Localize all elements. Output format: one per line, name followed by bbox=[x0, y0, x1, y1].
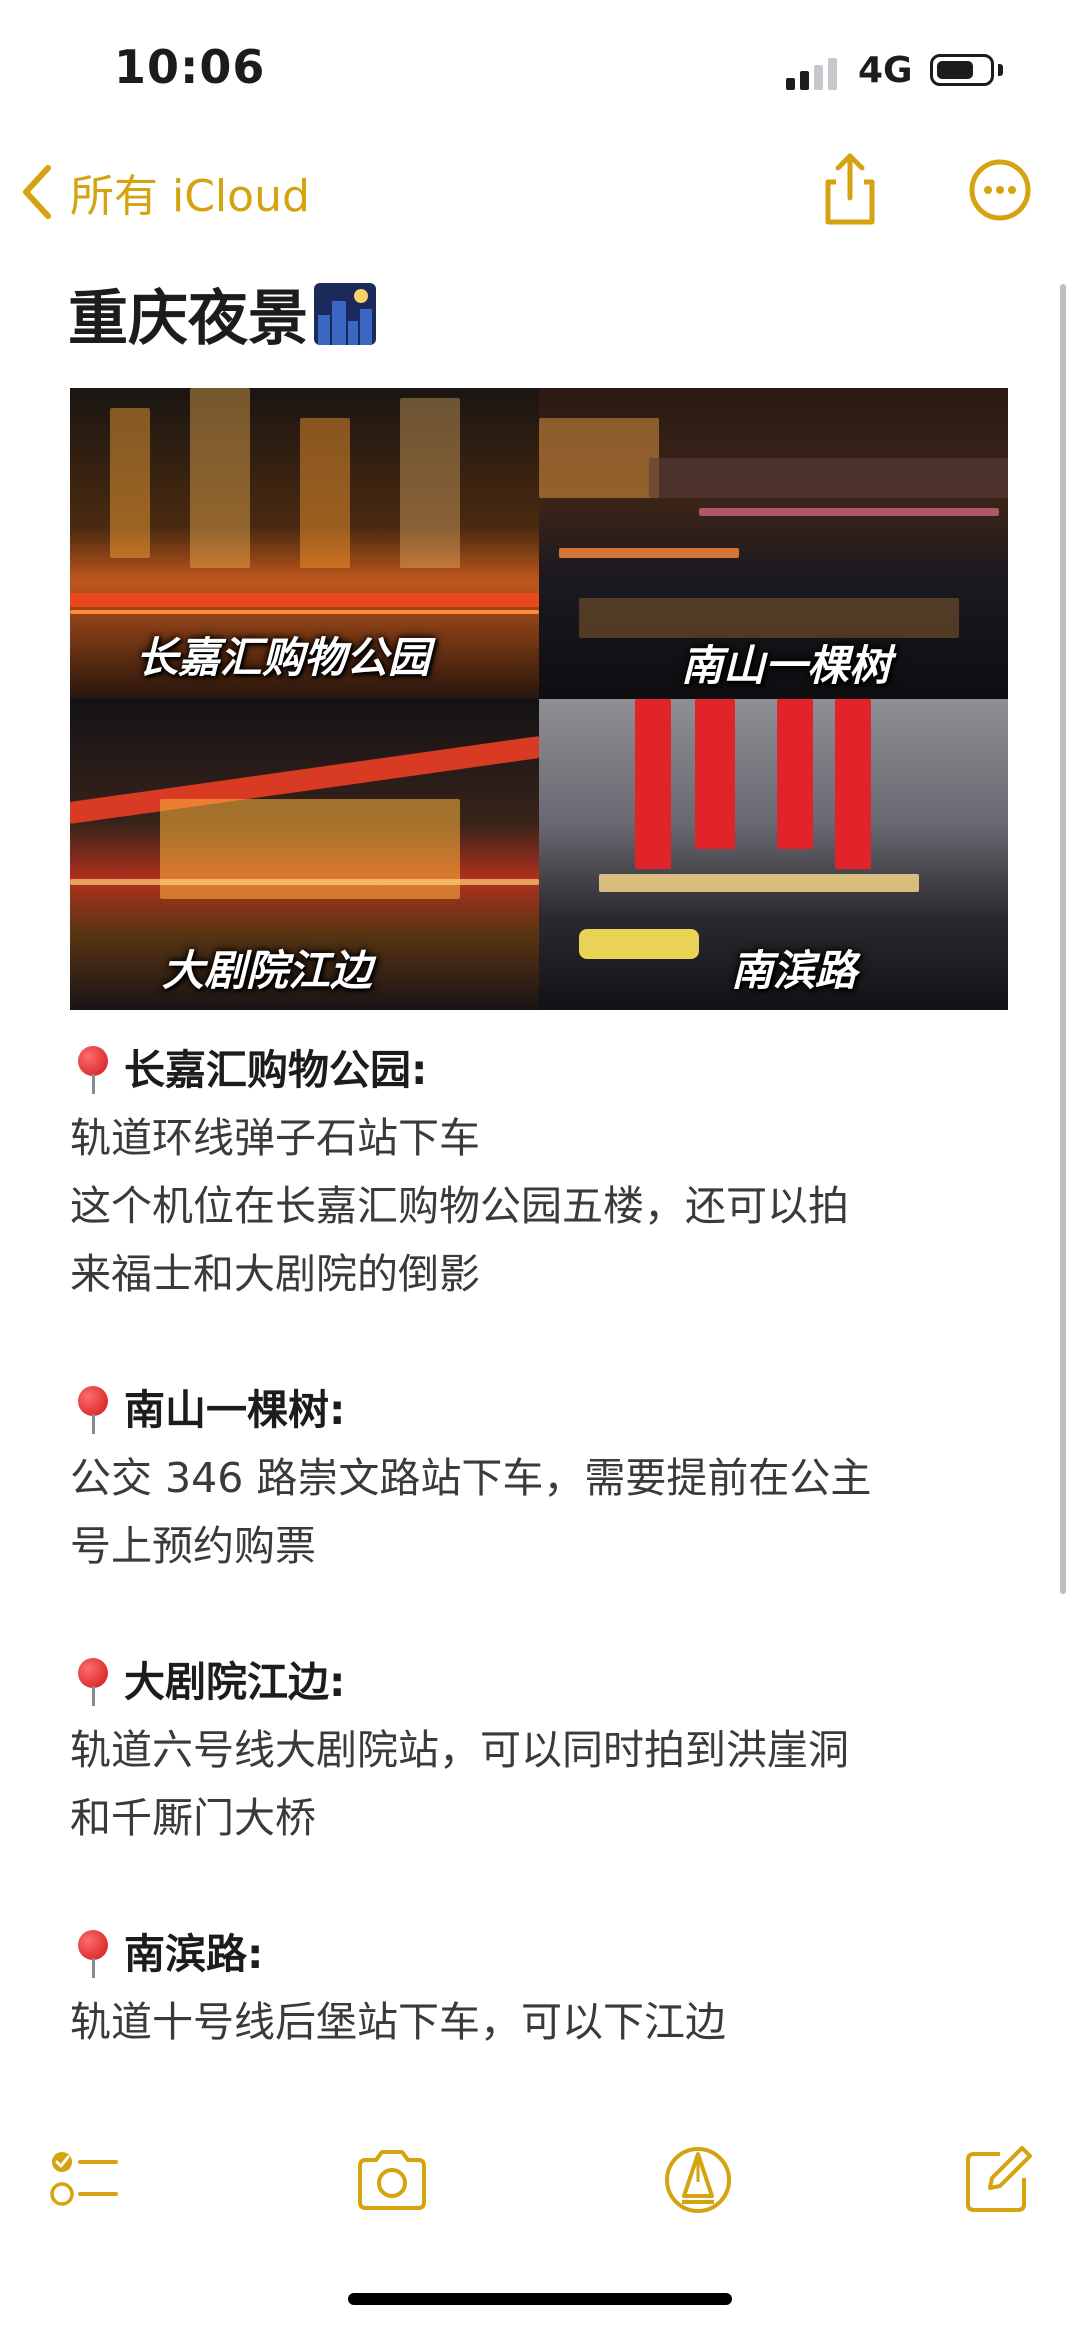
night-city-icon bbox=[314, 282, 376, 345]
checklist-icon[interactable] bbox=[48, 2142, 124, 2218]
note-section: 南滨路: 轨道十号线后堡站下车，可以下江边 bbox=[70, 1920, 1010, 2056]
pin-icon bbox=[74, 1656, 112, 1708]
section-heading-text: 南山一棵树: bbox=[124, 1386, 346, 1434]
section-heading: 大剧院江边: bbox=[70, 1648, 1010, 1716]
markup-pen-icon[interactable] bbox=[660, 2142, 736, 2218]
network-type: 4G bbox=[858, 50, 913, 91]
more-options-icon[interactable] bbox=[960, 150, 1040, 230]
chevron-left-icon bbox=[23, 165, 51, 219]
status-time: 10:06 bbox=[114, 40, 266, 94]
section-line: 来福士和大剧院的倒影 bbox=[70, 1250, 480, 1298]
note-title-text: 重庆夜景 bbox=[68, 284, 308, 354]
camera-icon[interactable] bbox=[354, 2142, 430, 2218]
section-line: 这个机位在长嘉汇购物公园五楼，还可以拍 bbox=[70, 1182, 849, 1230]
back-label: 所有 iCloud bbox=[70, 171, 310, 222]
section-heading: 南滨路: bbox=[70, 1920, 1010, 1988]
section-line: 号上预约购票 bbox=[70, 1522, 316, 1570]
back-button[interactable]: 所有 iCloud bbox=[20, 160, 310, 224]
pin-icon bbox=[74, 1044, 112, 1096]
battery-tip bbox=[998, 64, 1003, 76]
cellular-signal-icon bbox=[786, 58, 837, 90]
photo-collage[interactable]: 长嘉汇购物公园 南山一棵树 大剧院江边 南滨路 bbox=[70, 388, 1008, 1010]
section-heading-text: 长嘉汇购物公园: bbox=[124, 1046, 428, 1094]
scrollbar[interactable] bbox=[1060, 284, 1066, 1594]
photo-grand-theatre-riverside[interactable]: 大剧院江边 bbox=[70, 699, 539, 1010]
status-bar: 10:06 4G bbox=[0, 0, 1080, 130]
section-line: 轨道环线弹子石站下车 bbox=[70, 1114, 480, 1162]
battery-icon bbox=[930, 54, 994, 86]
section-line: 轨道十号线后堡站下车，可以下江边 bbox=[70, 1998, 726, 2046]
share-icon[interactable] bbox=[810, 150, 890, 230]
section-line: 和千厮门大桥 bbox=[70, 1794, 316, 1842]
pin-icon bbox=[74, 1384, 112, 1436]
photo-label: 南山一棵树 bbox=[681, 641, 892, 690]
navigation-bar: 所有 iCloud bbox=[0, 140, 1080, 250]
compose-icon[interactable] bbox=[960, 2142, 1036, 2218]
note-section: 大剧院江边: 轨道六号线大剧院站，可以同时拍到洪崖洞 和千厮门大桥 bbox=[70, 1648, 1010, 1852]
section-heading: 长嘉汇购物公园: bbox=[70, 1036, 1010, 1104]
pin-icon bbox=[74, 1928, 112, 1980]
note-title[interactable]: 重庆夜景 bbox=[68, 270, 376, 357]
section-heading-text: 南滨路: bbox=[124, 1930, 264, 1978]
home-indicator[interactable] bbox=[348, 2293, 732, 2305]
photo-label: 大剧院江边 bbox=[162, 946, 373, 995]
photo-label: 长嘉汇购物公园 bbox=[136, 633, 431, 682]
note-body[interactable]: 长嘉汇购物公园: 轨道环线弹子石站下车 这个机位在长嘉汇购物公园五楼，还可以拍 … bbox=[70, 1036, 1010, 2056]
photo-nanshan-tree[interactable]: 南山一棵树 bbox=[539, 388, 1008, 699]
note-section: 南山一棵树: 公交 346 路崇文路站下车，需要提前在公主 号上预约购票 bbox=[70, 1376, 1010, 1580]
section-heading: 南山一棵树: bbox=[70, 1376, 1010, 1444]
section-heading-text: 大剧院江边: bbox=[124, 1658, 346, 1706]
note-section: 长嘉汇购物公园: 轨道环线弹子石站下车 这个机位在长嘉汇购物公园五楼，还可以拍 … bbox=[70, 1036, 1010, 1308]
bottom-toolbar bbox=[0, 2130, 1080, 2230]
section-line: 轨道六号线大剧院站，可以同时拍到洪崖洞 bbox=[70, 1726, 849, 1774]
section-line: 公交 346 路崇文路站下车，需要提前在公主 bbox=[70, 1454, 872, 1502]
photo-nanbin-road[interactable]: 南滨路 bbox=[539, 699, 1008, 1010]
photo-changjiahui[interactable]: 长嘉汇购物公园 bbox=[70, 388, 539, 699]
photo-label: 南滨路 bbox=[731, 946, 858, 995]
